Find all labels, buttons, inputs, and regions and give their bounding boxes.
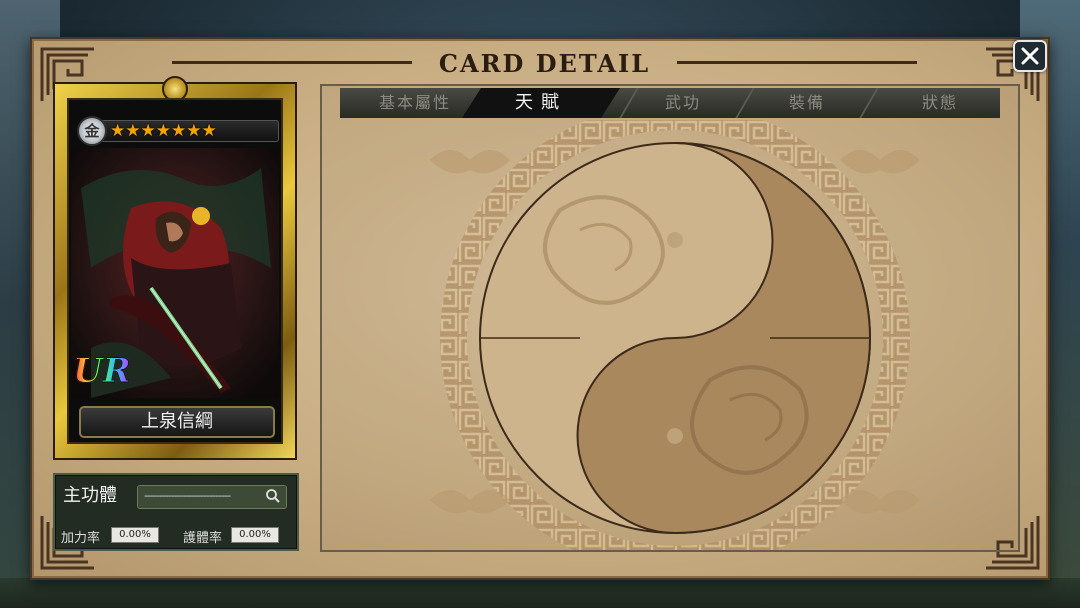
defense-rate-value: 0.00% (231, 527, 279, 543)
tab-martial-arts[interactable]: 武功 (628, 88, 738, 118)
tab-status[interactable]: 狀態 (885, 88, 995, 118)
power-rate-value: 0.00% (111, 527, 159, 543)
star-rating: ★★★★★★★ (110, 121, 217, 141)
star-rating-bar: ★★★★★★★ (99, 120, 279, 142)
tab-basic-attributes[interactable]: 基本屬性 (360, 88, 470, 118)
title-divider-left (172, 61, 412, 64)
search-icon[interactable] (265, 488, 281, 504)
title-divider-right (677, 61, 917, 64)
defense-rate-row: 護體率 0.00% (179, 523, 299, 547)
stat-panel: 主功體 ----------------------------- 加力率 0.… (53, 473, 299, 551)
page-title: CARD DETAIL (438, 49, 651, 78)
main-kungfu-value: ----------------------------- (144, 489, 231, 502)
tab-talent[interactable]: 天賦 (462, 88, 620, 118)
main-kungfu-label: 主功體 (63, 485, 117, 506)
defense-rate-label: 護體率 (183, 531, 223, 546)
power-rate-label: 加力率 (61, 531, 101, 546)
hero-card: ★★★★★★★ 金 UR 上泉信綱 (53, 76, 297, 460)
hero-name: 上泉信綱 (79, 406, 275, 438)
tab-equipment[interactable]: 裝備 (752, 88, 862, 118)
close-icon (1021, 47, 1039, 65)
yin-yang-dragon-icon (430, 103, 920, 573)
rank-badge: 金 (77, 116, 107, 146)
power-rate-row: 加力率 0.00% (55, 523, 175, 547)
rarity-badge: UR (73, 351, 132, 391)
main-kungfu-search-field[interactable]: ----------------------------- (137, 485, 287, 509)
background-scenery-bottom (0, 578, 1080, 608)
close-button[interactable] (1013, 40, 1047, 72)
taiji-dragon-emblem (410, 103, 940, 573)
